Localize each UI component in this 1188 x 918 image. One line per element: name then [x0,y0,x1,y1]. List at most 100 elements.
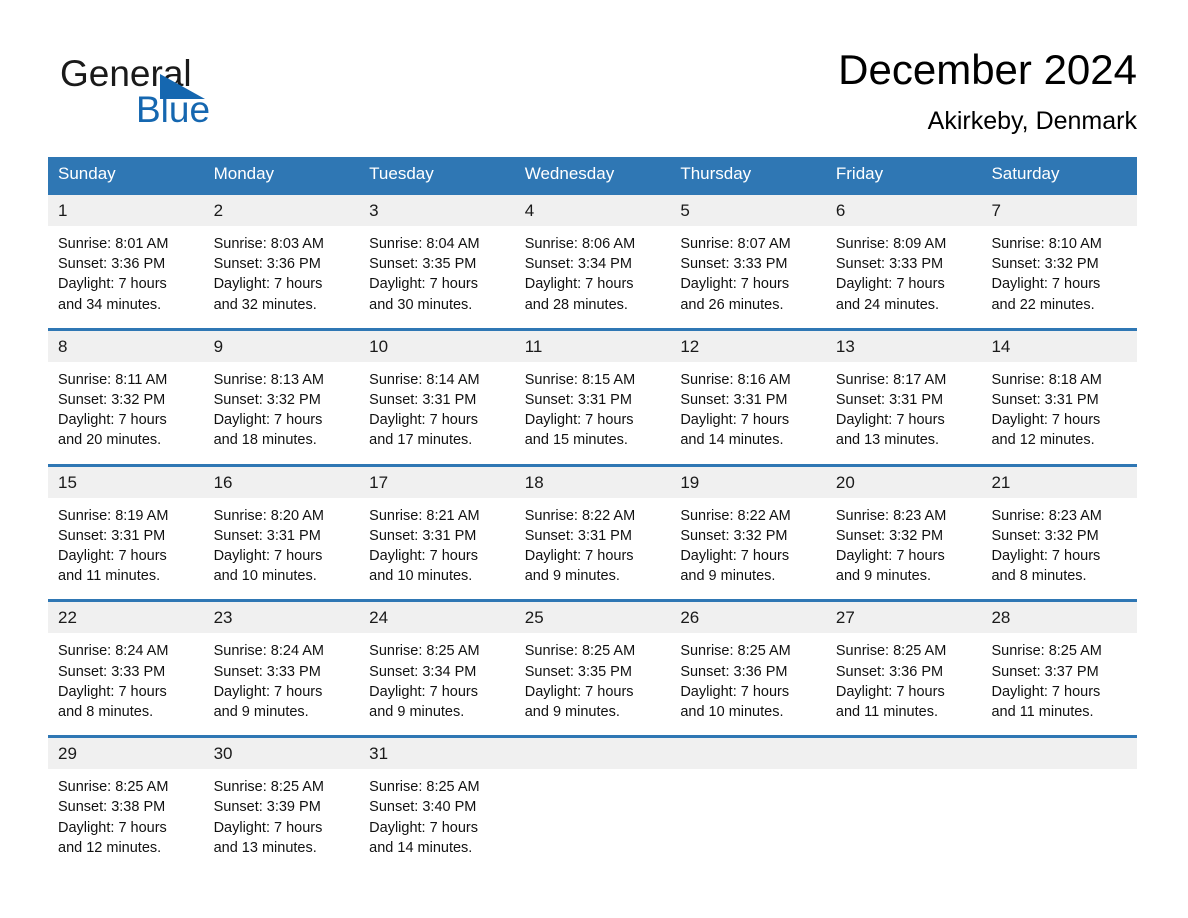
daylight-text-line2: and 12 minutes. [991,432,1095,449]
page-subtitle-location: Akirkeby, Denmark [927,107,1137,135]
daylight-text-line2: and 9 minutes. [369,704,465,721]
sunset-text: Sunset: 3:31 PM [524,392,632,409]
day-cell: Sunrise: 8:07 AM Sunset: 3:33 PM Dayligh… [670,234,826,315]
daylight-text-line1: Daylight: 7 hours [835,683,945,700]
daylight-text-line1: Daylight: 7 hours [524,548,634,565]
day-number[interactable]: 4 [515,195,671,226]
sunset-text: Sunset: 3:31 PM [991,392,1099,409]
weekday-header-friday: Friday [835,164,884,183]
sunset-text: Sunset: 3:34 PM [524,256,632,273]
day-number[interactable]: 14 [981,331,1137,362]
sunrise-text: Sunrise: 8:09 AM [835,236,947,252]
day-number[interactable]: 21 [981,467,1137,498]
daylight-text-line2: and 28 minutes. [524,296,628,313]
daylight-text-line2: and 9 minutes. [524,568,620,585]
day-number[interactable]: 22 [48,602,204,633]
day-number[interactable]: 27 [826,602,982,633]
daylight-text-line1: Daylight: 7 hours [524,412,634,429]
sunrise-text: Sunrise: 8:15 AM [524,371,636,388]
day-number[interactable]: 20 [826,467,982,498]
sunset-text: Sunset: 3:35 PM [524,663,632,680]
daylight-text-line2: and 10 minutes. [680,704,784,721]
daylight-text-line1: Daylight: 7 hours [680,548,790,565]
page-header: General Blue December 2024 Akirkeby, Den… [48,44,1137,148]
sunrise-text: Sunrise: 8:23 AM [991,507,1102,524]
calendar-week-row: 1 2 3 4 5 6 7 Sunrise: 8:01 AM Sunset: 3… [48,192,1137,328]
sunrise-text: Sunrise: 8:11 AM [58,371,168,388]
day-cell: Sunrise: 8:24 AM Sunset: 3:33 PM Dayligh… [204,641,360,722]
day-number[interactable]: 11 [515,331,671,362]
day-number[interactable]: 31 [359,738,515,769]
sunrise-text: Sunrise: 8:25 AM [58,779,169,796]
sunset-text: Sunset: 3:36 PM [58,256,166,273]
daylight-text-line2: and 9 minutes. [835,568,932,585]
daylight-text-line2: and 30 minutes. [369,296,473,313]
day-number[interactable]: 3 [359,195,515,226]
daylight-text-line1: Daylight: 7 hours [213,412,323,429]
sunrise-text: Sunrise: 8:20 AM [213,507,324,524]
day-number[interactable]: 10 [359,331,515,362]
sunset-text: Sunset: 3:31 PM [524,527,632,544]
daylight-text-line2: and 14 minutes. [369,839,473,856]
day-cell: Sunrise: 8:24 AM Sunset: 3:33 PM Dayligh… [48,641,204,722]
day-number[interactable]: 8 [48,331,204,362]
sunrise-text: Sunrise: 8:10 AM [991,236,1102,252]
daylight-text-line2: and 15 minutes. [524,432,628,449]
sunrise-text: Sunrise: 8:19 AM [58,507,169,524]
day-number[interactable]: 5 [670,195,826,226]
day-number[interactable]: 17 [359,467,515,498]
day-number[interactable]: 13 [826,331,982,362]
title-block: December 2024 Akirkeby, Denmark [838,44,1137,136]
daylight-text-line1: Daylight: 7 hours [213,819,323,836]
sunset-text: Sunset: 3:33 PM [680,256,788,273]
day-cell-empty [826,777,982,858]
sunset-text: Sunset: 3:31 PM [369,527,477,544]
day-cell: Sunrise: 8:25 AM Sunset: 3:34 PM Dayligh… [359,641,515,722]
day-number[interactable]: 30 [204,738,360,769]
day-number[interactable]: 2 [204,195,360,226]
sunset-text: Sunset: 3:33 PM [835,256,944,273]
day-number[interactable]: 6 [826,195,982,226]
day-number[interactable]: 16 [204,467,360,498]
weekday-header-sunday: Sunday [58,164,116,183]
general-blue-logo[interactable]: General Blue [60,54,320,140]
day-cell: Sunrise: 8:22 AM Sunset: 3:31 PM Dayligh… [515,506,671,587]
daylight-text-line2: and 9 minutes. [680,568,776,585]
day-cell: Sunrise: 8:25 AM Sunset: 3:39 PM Dayligh… [204,777,360,858]
day-number[interactable]: 24 [359,602,515,633]
day-cell: Sunrise: 8:25 AM Sunset: 3:35 PM Dayligh… [515,641,671,722]
day-number[interactable]: 15 [48,467,204,498]
day-cell: Sunrise: 8:13 AM Sunset: 3:32 PM Dayligh… [204,370,360,451]
sunset-text: Sunset: 3:31 PM [680,392,788,409]
daylight-text-line1: Daylight: 7 hours [369,276,478,293]
day-number[interactable]: 1 [48,195,204,226]
day-number[interactable]: 23 [204,602,360,633]
daylight-text-line1: Daylight: 7 hours [835,276,945,293]
day-number[interactable]: 9 [204,331,360,362]
day-cell: Sunrise: 8:01 AM Sunset: 3:36 PM Dayligh… [48,234,204,315]
day-cell: Sunrise: 8:14 AM Sunset: 3:31 PM Dayligh… [359,370,515,451]
sunrise-text: Sunrise: 8:25 AM [369,779,480,796]
daylight-text-line1: Daylight: 7 hours [58,412,167,429]
day-number[interactable]: 26 [670,602,826,633]
day-cell: Sunrise: 8:25 AM Sunset: 3:37 PM Dayligh… [981,641,1137,722]
daylight-text-line1: Daylight: 7 hours [213,548,323,565]
daylight-text-line1: Daylight: 7 hours [524,683,634,700]
day-cell: Sunrise: 8:18 AM Sunset: 3:31 PM Dayligh… [981,370,1137,451]
day-number-band: 8 9 10 11 12 13 14 [48,330,1137,362]
day-number[interactable]: 12 [670,331,826,362]
day-number[interactable]: 29 [48,738,204,769]
day-detail-band: Sunrise: 8:24 AM Sunset: 3:33 PM Dayligh… [48,633,1137,736]
day-detail-band: Sunrise: 8:01 AM Sunset: 3:36 PM Dayligh… [48,226,1137,328]
sunset-text: Sunset: 3:40 PM [369,799,477,816]
day-number[interactable]: 25 [515,602,671,633]
daylight-text-line2: and 17 minutes. [369,432,473,449]
day-cell: Sunrise: 8:15 AM Sunset: 3:31 PM Dayligh… [515,370,671,451]
day-number[interactable]: 7 [981,195,1137,226]
brand-name-blue: Blue [136,89,211,130]
day-number[interactable]: 19 [670,467,826,498]
sunset-text: Sunset: 3:31 PM [213,527,321,544]
day-number-band: 29 30 31 [48,738,1137,770]
day-number[interactable]: 18 [515,467,671,498]
day-number[interactable]: 28 [981,602,1137,633]
